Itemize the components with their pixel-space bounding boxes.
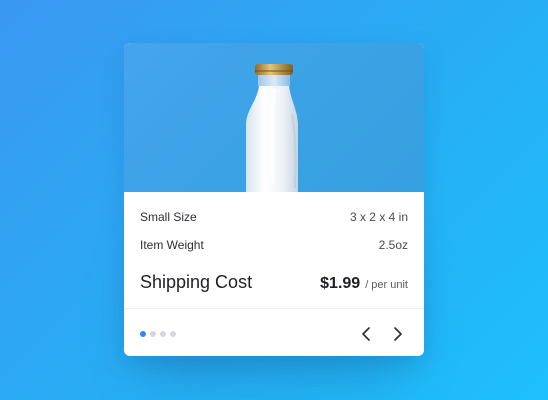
carousel-dot[interactable] (170, 331, 176, 337)
chevron-right-icon (394, 327, 402, 341)
carousel-dot[interactable] (160, 331, 166, 337)
product-card: Small Size 3 x 2 x 4 in Item Weight 2.5o… (124, 43, 424, 356)
product-image (124, 43, 424, 192)
shipping-unit: / per unit (365, 279, 408, 291)
shipping-price: $1.99 (320, 275, 361, 292)
previous-button[interactable] (357, 325, 375, 343)
carousel-dot[interactable] (150, 331, 156, 337)
size-label: Small Size (140, 210, 197, 224)
chevron-left-icon (362, 327, 370, 341)
milk-bottle-image (246, 64, 298, 192)
shipping-price-group: $1.99 / per unit (320, 275, 408, 293)
shipping-row: Shipping Cost $1.99 / per unit (140, 272, 408, 293)
carousel-dot[interactable] (140, 331, 146, 337)
spec-row-size: Small Size 3 x 2 x 4 in (140, 210, 408, 224)
carousel-dots (140, 331, 176, 337)
shipping-label: Shipping Cost (140, 272, 253, 292)
next-button[interactable] (389, 325, 407, 343)
size-value: 3 x 2 x 4 in (349, 210, 408, 224)
weight-label: Item Weight (140, 238, 204, 252)
spec-row-weight: Item Weight 2.5oz (140, 238, 408, 252)
weight-value: 2.5oz (378, 238, 408, 252)
divider (124, 308, 424, 309)
